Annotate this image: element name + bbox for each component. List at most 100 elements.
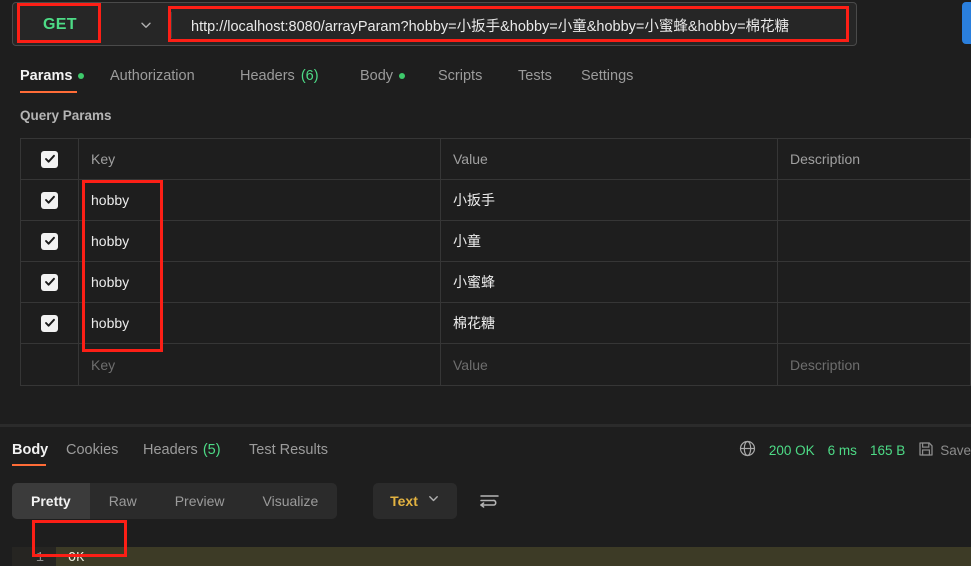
url-bar-shell: GET http://localhost:8080/arrayParam?hob… <box>12 2 857 46</box>
response-body-toolbar: Pretty Raw Preview Visualize Text <box>0 483 971 519</box>
param-description-cell[interactable] <box>778 180 971 220</box>
select-all-checkbox-cell[interactable] <box>21 139 79 179</box>
response-format-label: Text <box>390 493 418 509</box>
row-checkbox-cell[interactable] <box>21 221 79 261</box>
globe-icon[interactable] <box>739 440 756 460</box>
response-tab-cookies-label: Cookies <box>66 442 119 458</box>
line-content: OK <box>68 550 85 566</box>
param-description-cell[interactable] <box>778 262 971 302</box>
param-value-cell[interactable]: 小蜜蜂 <box>441 262 778 302</box>
new-param-value-placeholder: Value <box>453 356 488 373</box>
code-line[interactable]: 1 OK <box>12 547 971 566</box>
response-tab-headers-label: Headers <box>143 442 198 458</box>
body-dot-icon <box>399 73 406 79</box>
checkbox-icon[interactable] <box>41 191 58 209</box>
floppy-disk-icon <box>918 441 934 460</box>
response-tab-cookies[interactable]: Cookies <box>66 433 118 467</box>
param-value-cell[interactable]: 棉花糖 <box>441 303 778 343</box>
checkbox-icon[interactable] <box>41 232 58 250</box>
response-tab-headers-count: (5) <box>202 442 221 458</box>
method-url-divider <box>171 12 172 38</box>
table-row-empty: Key Value Description <box>21 344 971 385</box>
view-mode-pretty[interactable]: Pretty <box>12 483 90 519</box>
table-row: hobby 小童 <box>21 221 971 262</box>
param-description-cell[interactable] <box>778 221 971 261</box>
response-tabs: Body Cookies Headers (5) Test Results <box>0 433 700 467</box>
response-size: 165 B <box>869 442 906 458</box>
response-tab-body-label: Body <box>12 442 49 458</box>
url-bar-row: GET http://localhost:8080/arrayParam?hob… <box>0 0 971 48</box>
row-checkbox-cell-empty[interactable] <box>21 344 79 385</box>
param-description-cell[interactable] <box>778 303 971 343</box>
tab-headers[interactable]: Headers (6) <box>240 58 319 94</box>
param-value-text: 棉花糖 <box>453 315 495 331</box>
tab-settings[interactable]: Settings <box>581 58 633 94</box>
chevron-down-icon[interactable] <box>129 3 163 47</box>
tab-authorization[interactable]: Authorization <box>110 58 195 94</box>
send-button[interactable] <box>962 2 971 44</box>
response-meta-bar: 200 OK 6 ms 165 B Save <box>739 439 971 461</box>
view-mode-pretty-label: Pretty <box>31 493 71 509</box>
param-key-text: hobby <box>91 315 130 331</box>
response-tab-body[interactable]: Body <box>12 433 48 467</box>
save-response-button[interactable]: Save <box>918 441 971 460</box>
table-row: hobby 棉花糖 <box>21 303 971 344</box>
response-body-code: 1 OK <box>0 522 971 566</box>
row-checkbox-cell[interactable] <box>21 180 79 220</box>
checkbox-icon[interactable] <box>41 273 58 291</box>
tab-scripts[interactable]: Scripts <box>438 58 482 94</box>
param-key-cell[interactable]: hobby <box>79 262 441 302</box>
tab-params[interactable]: Params <box>20 58 85 94</box>
column-header-description-label: Description <box>790 151 861 167</box>
column-header-key: Key <box>79 139 441 179</box>
http-method-selector[interactable]: GET <box>27 3 119 47</box>
row-checkbox-cell[interactable] <box>21 262 79 302</box>
active-tab-indicator <box>20 91 77 93</box>
new-param-value-input[interactable]: Value <box>441 344 778 385</box>
tab-tests-label: Tests <box>518 68 552 84</box>
tab-headers-label: Headers <box>240 68 295 84</box>
table-header-row: Key Value Description <box>21 139 971 180</box>
param-key-text: hobby <box>91 192 130 208</box>
param-key-text: hobby <box>91 274 130 290</box>
row-checkbox-cell[interactable] <box>21 303 79 343</box>
param-value-cell[interactable]: 小扳手 <box>441 180 778 220</box>
line-number: 1 <box>12 547 56 566</box>
query-params-table: Key Value Description hobby 小扳手 hobby 小童… <box>20 138 971 386</box>
tab-settings-label: Settings <box>581 68 634 84</box>
column-header-value: Value <box>441 139 778 179</box>
response-tab-test-results[interactable]: Test Results <box>249 433 328 467</box>
new-param-key-input[interactable]: Key <box>79 344 441 385</box>
response-active-tab-indicator <box>12 464 46 466</box>
checkbox-empty-icon[interactable] <box>41 356 58 373</box>
param-value-cell[interactable]: 小童 <box>441 221 778 261</box>
tab-params-label: Params <box>20 68 73 84</box>
response-format-select[interactable]: Text <box>373 483 457 519</box>
response-tab-headers[interactable]: Headers (5) <box>143 433 221 467</box>
new-param-key-placeholder: Key <box>91 356 116 373</box>
new-param-description-input[interactable]: Description <box>778 344 971 385</box>
checkbox-icon[interactable] <box>41 150 58 168</box>
view-mode-raw[interactable]: Raw <box>90 483 156 519</box>
checkbox-icon[interactable] <box>41 314 58 332</box>
table-row: hobby 小扳手 <box>21 180 971 221</box>
view-mode-visualize-label: Visualize <box>262 493 319 509</box>
response-view-mode-group: Pretty Raw Preview Visualize <box>12 483 338 519</box>
url-input[interactable]: http://localhost:8080/arrayParam?hobby=小… <box>183 3 863 47</box>
response-time: 6 ms <box>827 442 857 458</box>
param-key-cell[interactable]: hobby <box>79 303 441 343</box>
view-mode-raw-label: Raw <box>108 493 137 509</box>
view-mode-preview[interactable]: Preview <box>156 483 244 519</box>
param-key-cell[interactable]: hobby <box>79 180 441 220</box>
tab-tests[interactable]: Tests <box>518 58 552 94</box>
param-key-cell[interactable]: hobby <box>79 221 441 261</box>
query-params-title: Query Params <box>20 108 112 123</box>
postman-request-response-view: GET http://localhost:8080/arrayParam?hob… <box>0 0 971 566</box>
view-mode-visualize[interactable]: Visualize <box>244 483 338 519</box>
tab-body[interactable]: Body <box>360 58 406 94</box>
view-mode-preview-label: Preview <box>174 493 225 509</box>
response-pane: Body Cookies Headers (5) Test Results 20… <box>0 427 971 566</box>
save-response-label: Save <box>940 442 971 458</box>
http-method-label: GET <box>43 16 77 33</box>
wrap-lines-icon[interactable] <box>474 483 504 519</box>
